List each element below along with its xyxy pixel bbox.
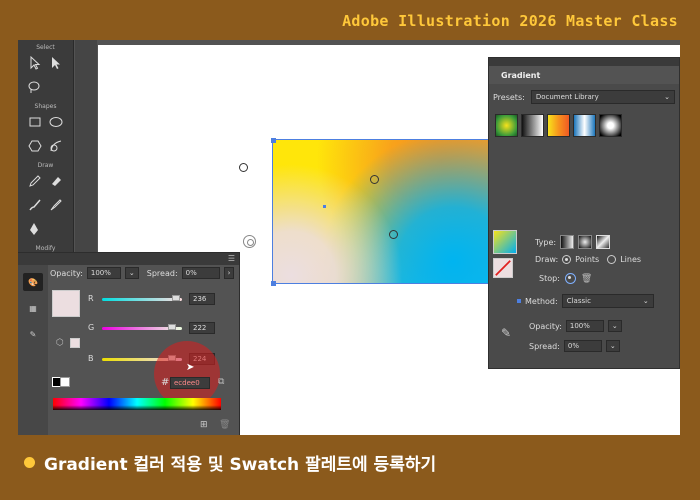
toolbar-section-shapes: Shapes [34,103,57,110]
r-label: R [88,294,94,303]
color-panel: ☰ 🎨 ▦ ✎ Opacity: 100% ⌄ Spread: 0% › ⬡ R… [18,252,240,435]
method-label: Method: [525,296,558,306]
preset-swatch[interactable] [573,114,596,137]
spread-label: Spread: [529,341,560,351]
polygon-tool-icon[interactable] [27,138,43,154]
chevron-right-icon[interactable]: › [223,267,235,279]
banner-title: Adobe Illustration 2026 Master Class [342,12,678,30]
ellipse-tool-icon[interactable] [48,114,64,130]
opacity-label: Opacity: [50,268,83,278]
spread-field[interactable]: 0% [181,267,220,279]
direct-selection-tool-icon[interactable] [48,55,64,71]
preset-swatch[interactable] [521,114,544,137]
rectangle-tool-icon[interactable] [27,114,43,130]
preset-swatch[interactable] [599,114,622,137]
b-label: B [88,354,94,363]
gradient-rectangle[interactable] [272,139,499,284]
opacity-field[interactable]: 100% [86,267,121,279]
radial-gradient-type-icon[interactable] [578,235,593,249]
swatches-icon[interactable]: ▦ [23,299,43,317]
g-slider-thumb[interactable] [167,324,176,330]
linear-gradient-type-icon[interactable] [560,235,575,249]
new-swatch-icon[interactable]: ⊞ [200,420,208,430]
chevron-down-icon: ⌄ [664,93,670,101]
gradient-presets [489,110,679,141]
trash-icon[interactable]: 🗑 [219,420,230,430]
presets-value: Document Library [535,93,599,101]
cursor-pointer-icon: ➤ [186,362,195,373]
gradient-fill-preview[interactable] [493,230,517,254]
shaper-tool-icon[interactable] [48,138,64,154]
chevron-down-icon[interactable]: ⌄ [607,320,622,332]
chevron-down-icon: ⌄ [642,297,649,305]
gradient-point[interactable] [239,163,248,172]
panel-sidebar: 🎨 ▦ ✎ [18,265,48,435]
type-label: Type: [535,237,557,247]
bullet-icon [24,457,35,468]
opacity-label: Opacity: [529,321,562,331]
stroke-preview[interactable] [493,258,513,278]
method-value: Classic [566,297,591,305]
gradient-point[interactable] [370,175,379,184]
draw-lines-radio[interactable] [607,255,617,264]
eraser-tool-icon[interactable] [48,173,64,189]
paintbrush-tool-icon[interactable] [27,197,43,213]
eyedropper-icon[interactable]: ✎ [23,325,43,343]
gradient-center-point[interactable] [323,205,326,208]
opacity-field[interactable]: 100% [565,320,604,332]
r-slider-thumb[interactable] [172,295,181,301]
color-palette-icon[interactable]: 🎨 [23,273,43,291]
web-safe-icon[interactable]: ⧉ [218,377,224,387]
toolbar-section-select: Select [36,44,55,51]
color-spectrum[interactable] [53,398,221,410]
chevron-down-icon[interactable]: ⌄ [605,340,620,352]
draw-label: Draw: [535,255,559,264]
selected-gradient-point[interactable] [243,235,256,248]
panel-menu-icon[interactable]: ☰ [228,254,235,263]
out-of-gamut-swatch[interactable] [70,338,80,348]
eyedropper-icon[interactable]: ✎ [501,326,511,340]
blob-brush-tool-icon[interactable] [48,197,64,213]
stop-color-icon[interactable] [564,273,576,284]
method-indicator-icon [517,299,521,303]
g-label: G [88,323,95,332]
hex-field[interactable]: ecdee0 [170,377,210,389]
gradient-panel-tab[interactable]: Gradient [489,66,679,84]
preset-swatch[interactable] [495,114,518,137]
caption-text: Gradient 컬러 적용 및 Swatch 팔레트에 등록하기 [44,455,437,475]
current-color-swatch[interactable] [52,290,80,317]
toolbar-section-draw: Draw [37,162,54,169]
trash-icon[interactable]: 🗑 [581,274,592,284]
lasso-tool-icon[interactable] [26,79,42,95]
freeform-gradient-type-icon[interactable] [596,235,611,249]
presets-select[interactable]: Document Library ⌄ [530,90,675,104]
gradient-panel: Gradient Presets: Document Library ⌄ Typ… [488,57,680,369]
bounding-handle[interactable] [271,138,276,143]
hex-hash-label: # [161,377,170,388]
draw-points-label: Points [575,255,600,264]
r-slider[interactable] [102,298,182,301]
white-swatch[interactable] [60,377,70,387]
presets-label: Presets: [493,92,525,102]
bounding-handle[interactable] [271,281,276,286]
caption: Gradient 컬러 적용 및 Swatch 팔레트에 등록하기 [24,450,436,475]
draw-lines-label: Lines [620,255,642,264]
g-value-field[interactable]: 222 [189,322,215,334]
r-value-field[interactable]: 236 [189,293,215,305]
stop-label: Stop: [539,274,560,283]
draw-points-radio[interactable] [562,255,572,264]
pencil-tool-icon[interactable] [27,173,43,189]
toolbar-section-modify: Modify [35,245,56,252]
preset-swatch[interactable] [547,114,570,137]
chevron-down-icon[interactable]: ⌄ [124,267,139,279]
gradient-point[interactable] [389,230,398,239]
cube-icon: ⬡ [56,338,64,348]
spread-field[interactable]: 0% [563,340,602,352]
method-select[interactable]: Classic ⌄ [561,294,654,308]
spread-label: Spread: [146,268,178,278]
pen-tool-icon[interactable] [26,221,42,237]
illustrator-window: Select Shapes Draw Modify Gradient Prese… [18,40,680,435]
selection-tool-icon[interactable] [27,55,43,71]
